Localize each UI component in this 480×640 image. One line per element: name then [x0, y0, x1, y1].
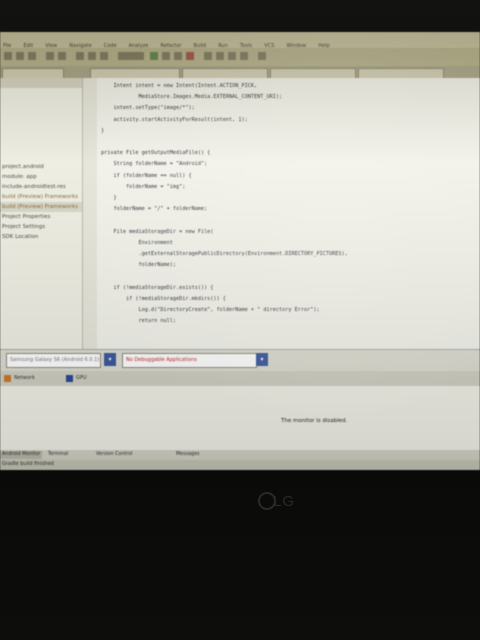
run-config-selector[interactable] [118, 52, 144, 60]
code-line[interactable]: folderName = "/" + folderName; [101, 206, 207, 212]
tab-terminal[interactable]: Terminal [48, 451, 68, 459]
code-line[interactable]: } [101, 128, 104, 134]
avd-manager-icon[interactable] [216, 52, 224, 60]
device-selector-bar: Samsung Galaxy S6 (Android 6.0.1) ▾ No D… [0, 349, 480, 372]
code-line[interactable]: if (folderName == null) { [101, 173, 191, 179]
code-line[interactable]: activity.startActivityForResult(intent, … [101, 117, 247, 123]
code-line[interactable]: if (!mediaStorageDir.mkdirs()) { [101, 296, 226, 302]
tab-messages[interactable]: Messages [176, 451, 200, 459]
run-icon[interactable] [150, 52, 158, 60]
code-line[interactable]: if (!mediaStorageDir.exists()) { [101, 285, 213, 291]
code-line[interactable]: Log.d("DirectoryCreate", folderName + " … [101, 307, 319, 313]
project-panel-header [0, 78, 82, 88]
gpu-icon [66, 375, 73, 382]
monitor-disabled-message: The monitor is disabled. [281, 418, 348, 424]
tree-item[interactable]: Project Settings [0, 222, 82, 232]
code-editor[interactable]: Intent intent = new Intent(Intent.ACTION… [83, 78, 480, 349]
copy-icon[interactable] [88, 52, 96, 60]
tree-item[interactable]: Project Properties [0, 212, 82, 222]
monitor-panel: The monitor is disabled. [0, 386, 480, 450]
code-line[interactable]: MediaStore.Images.Media.EXTERNAL_CONTENT… [101, 94, 282, 100]
app-selector[interactable]: No Debuggable Applications [122, 353, 257, 368]
device-selector[interactable]: Samsung Galaxy S6 (Android 6.0.1) [6, 353, 101, 368]
tab-gpu[interactable]: GPU [66, 373, 87, 384]
android-device-monitor-icon[interactable] [240, 52, 248, 60]
code-line[interactable]: intent.setType("image/*"); [101, 105, 194, 111]
code-line[interactable]: } [101, 195, 116, 201]
open-icon[interactable] [4, 52, 12, 60]
code-line[interactable]: Intent intent = new Intent(Intent.ACTION… [101, 83, 257, 89]
monitor-tabs: Network GPU [0, 371, 480, 387]
status-bar: Gradle build finished [0, 460, 480, 470]
chevron-down-icon[interactable]: ▾ [256, 353, 268, 366]
tab-network[interactable]: Network [4, 373, 35, 384]
monitor-brand: LG [273, 493, 296, 510]
sync-icon[interactable] [28, 52, 36, 60]
tool-window-tabs: Android Monitor Terminal Version Control… [0, 450, 480, 460]
undo-icon[interactable] [46, 52, 54, 60]
redo-icon[interactable] [58, 52, 66, 60]
code-line[interactable]: folderName); [101, 262, 176, 268]
code-line[interactable]: private File getOutputMediaFile() { [101, 150, 210, 156]
code-line[interactable]: folderName = "img"; [101, 184, 185, 190]
code-line[interactable]: Environment [101, 240, 172, 246]
code-line[interactable]: String folderName = "Android"; [101, 161, 207, 167]
tree-item[interactable]: build (Preview) Frameworks [0, 202, 82, 212]
help-icon[interactable] [258, 52, 266, 60]
tab-gpu-label: GPU [76, 375, 87, 381]
tree-item[interactable]: project.android [0, 162, 82, 172]
tab-android-monitor[interactable]: Android Monitor [0, 451, 43, 459]
toolbar [0, 48, 480, 66]
gradle-sync-icon[interactable] [204, 52, 212, 60]
tree-item[interactable]: module: app [0, 172, 82, 182]
monitor-screen: File Edit View Navigate Code Analyze Ref… [0, 32, 480, 470]
project-panel: project.android module: app include-andr… [0, 78, 83, 349]
code-line[interactable]: return null; [101, 318, 176, 324]
network-icon [4, 375, 11, 382]
code-line[interactable]: File mediaStorageDir = new File( [101, 229, 213, 235]
debug-icon[interactable] [162, 52, 170, 60]
chevron-down-icon[interactable]: ▾ [104, 353, 116, 366]
tree-item[interactable]: build (Preview) Frameworks [0, 192, 82, 202]
tab-version-control[interactable]: Version Control [96, 451, 133, 459]
attach-debugger-icon[interactable] [174, 52, 182, 60]
menu-bar: File Edit View Navigate Code Analyze Ref… [0, 32, 480, 49]
line-number-gutter [83, 78, 97, 349]
stop-icon[interactable] [186, 52, 194, 60]
sdk-manager-icon[interactable] [228, 52, 236, 60]
code-line[interactable]: .getExternalStoragePublicDirectory(Envir… [101, 251, 347, 257]
tree-item[interactable]: SDK Location [0, 232, 82, 242]
editor-tab-strip [0, 66, 480, 79]
tree-item[interactable]: include-androidtest-res [0, 182, 82, 192]
paste-icon[interactable] [100, 52, 108, 60]
status-text: Gradle build finished [2, 461, 54, 467]
cut-icon[interactable] [76, 52, 84, 60]
save-icon[interactable] [16, 52, 24, 60]
tab-network-label: Network [14, 375, 35, 381]
